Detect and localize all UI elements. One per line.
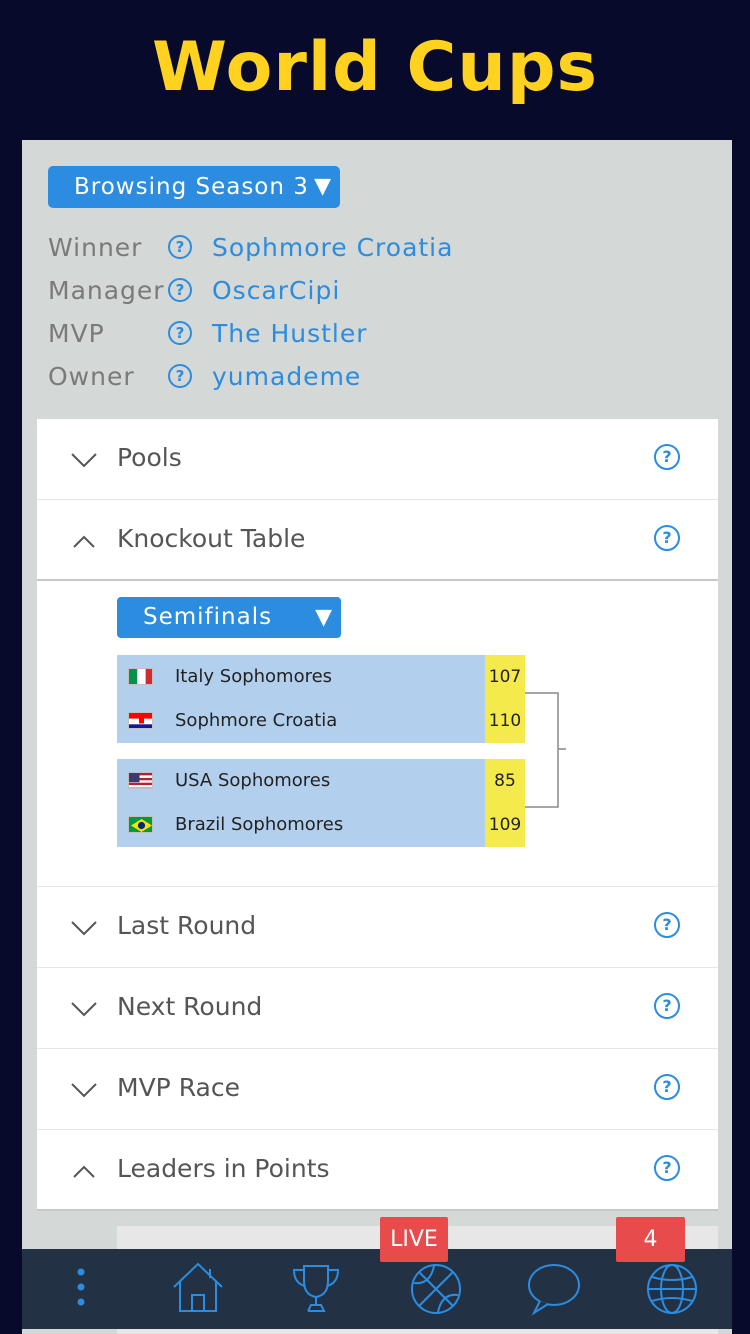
section-pools-label: Pools — [117, 443, 182, 472]
mvp-label: MVP — [48, 319, 105, 348]
chevron-down-icon — [71, 453, 97, 468]
chevron-up-icon — [73, 535, 95, 548]
team-score: 107 — [485, 655, 525, 699]
knockout-table: Semifinals ▼ Italy Sophomores 107 Sophmo… — [37, 581, 718, 887]
round-selector-button[interactable]: Semifinals ▼ — [117, 597, 341, 638]
page-title: World Cups — [152, 28, 598, 107]
team-score: 85 — [485, 759, 525, 803]
section-last-round[interactable]: Last Round ? — [37, 887, 718, 968]
owner-row: Owner ? yumademe — [48, 362, 688, 402]
help-icon[interactable]: ? — [654, 1155, 680, 1181]
help-icon[interactable]: ? — [654, 444, 680, 470]
basketball-icon — [411, 1264, 461, 1314]
tab-home[interactable] — [140, 1249, 258, 1329]
team-name: Sophmore Croatia — [175, 710, 338, 731]
winner-label: Winner — [48, 233, 143, 262]
help-icon[interactable]: ? — [168, 364, 192, 388]
section-next-round-label: Next Round — [117, 992, 263, 1021]
season-selector-button[interactable]: Browsing Season 3 ▼ — [48, 166, 340, 208]
caret-down-icon: ▼ — [315, 605, 333, 630]
round-selector-label: Semifinals — [143, 604, 273, 630]
more-icon — [77, 1268, 85, 1306]
owner-link[interactable]: yumademe — [212, 362, 361, 391]
home-icon — [173, 1262, 223, 1312]
chevron-down-icon — [71, 921, 97, 936]
globe-icon — [647, 1264, 697, 1314]
bracket-connector — [525, 692, 566, 808]
caret-down-icon: ▼ — [314, 174, 332, 199]
sections-accordion: Pools ? Knockout Table ? Semifinals ▼ It… — [37, 419, 718, 1211]
team-score: 110 — [485, 699, 525, 743]
section-leaders-label: Leaders in Points — [117, 1154, 330, 1183]
section-next-round[interactable]: Next Round ? — [37, 968, 718, 1049]
winner-link[interactable]: Sophmore Croatia — [212, 233, 453, 262]
manager-label: Manager — [48, 276, 165, 305]
help-icon[interactable]: ? — [168, 278, 192, 302]
help-icon[interactable]: ? — [168, 321, 192, 345]
section-knockout-table[interactable]: Knockout Table ? — [37, 500, 718, 581]
team-row: Brazil Sophomores 109 — [117, 803, 525, 847]
tab-more[interactable] — [22, 1249, 140, 1329]
chevron-down-icon — [71, 1002, 97, 1017]
mvp-row: MVP ? The Hustler — [48, 319, 688, 359]
section-mvp-race[interactable]: MVP Race ? — [37, 1049, 718, 1130]
winner-row: Winner ? Sophmore Croatia — [48, 233, 688, 273]
help-icon[interactable]: ? — [654, 1074, 680, 1100]
manager-link[interactable]: OscarCipi — [212, 276, 340, 305]
team-name: USA Sophomores — [175, 770, 331, 791]
help-icon[interactable]: ? — [168, 235, 192, 259]
manager-row: Manager ? OscarCipi — [48, 276, 688, 316]
mvp-link[interactable]: The Hustler — [212, 319, 368, 348]
match-card[interactable]: Italy Sophomores 107 Sophmore Croatia 11… — [117, 655, 525, 743]
section-mvp-race-label: MVP Race — [117, 1073, 240, 1102]
team-name: Brazil Sophomores — [175, 814, 344, 835]
section-leaders-in-points[interactable]: Leaders in Points ? — [37, 1130, 718, 1211]
team-score: 109 — [485, 803, 525, 847]
section-last-round-label: Last Round — [117, 911, 257, 940]
world-cups-panel: Browsing Season 3 ▼ Winner ? Sophmore Cr… — [22, 140, 732, 1334]
brazil-flag-icon — [128, 816, 153, 833]
team-row: USA Sophomores 85 — [117, 759, 525, 803]
help-icon[interactable]: ? — [654, 993, 680, 1019]
help-icon[interactable]: ? — [654, 525, 680, 551]
team-row: Sophmore Croatia 110 — [117, 699, 525, 743]
italy-flag-icon — [128, 668, 153, 685]
match-card[interactable]: USA Sophomores 85 Brazil Sophomores 109 — [117, 759, 525, 847]
team-row: Italy Sophomores 107 — [117, 655, 525, 699]
trophy-icon — [292, 1265, 340, 1312]
croatia-flag-icon — [128, 712, 153, 729]
section-pools[interactable]: Pools ? — [37, 419, 718, 500]
tab-trophy[interactable] — [258, 1249, 376, 1329]
team-name: Italy Sophomores — [175, 666, 333, 687]
season-selector-label: Browsing Season 3 — [74, 174, 309, 200]
help-icon[interactable]: ? — [654, 912, 680, 938]
usa-flag-icon — [128, 772, 153, 789]
notification-count-badge[interactable]: 4 — [616, 1217, 685, 1262]
chat-icon — [528, 1264, 580, 1316]
owner-label: Owner — [48, 362, 135, 391]
chevron-up-icon — [73, 1165, 95, 1178]
live-badge[interactable]: LIVE — [380, 1217, 448, 1262]
section-knockout-label: Knockout Table — [117, 524, 306, 553]
tab-chat[interactable] — [494, 1249, 612, 1329]
chevron-down-icon — [71, 1083, 97, 1098]
